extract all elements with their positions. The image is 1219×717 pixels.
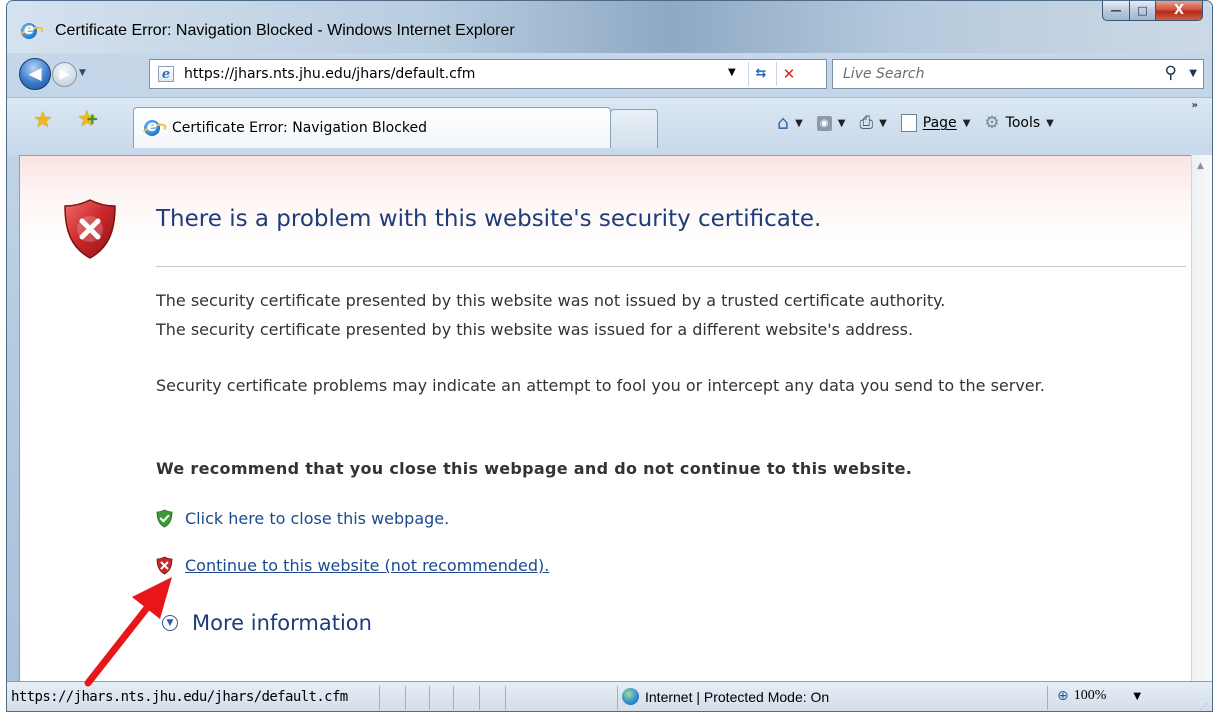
warning-shield-icon (156, 556, 173, 575)
safe-shield-icon (156, 509, 173, 528)
home-icon: ⌂ (777, 112, 790, 134)
page-content: There is a problem with this website's s… (19, 155, 1192, 682)
search-input[interactable]: Live Search (843, 66, 924, 82)
zoom-icon: ⊕ (1057, 688, 1069, 704)
search-box[interactable]: Live Search ⚲ ▼ (832, 59, 1204, 89)
security-warning-text: Security certificate problems may indica… (156, 376, 1045, 395)
red-annotation-arrow-icon (84, 577, 172, 687)
internet-globe-icon (622, 688, 639, 705)
favorites-center-icon[interactable]: ★ (33, 108, 53, 133)
forward-arrow-icon: ▶ (59, 67, 70, 82)
search-options-dropdown-icon[interactable]: ▼ (1189, 68, 1197, 79)
page-menu-button[interactable]: Page ▼ (900, 114, 971, 132)
zoom-level: 100% (1073, 688, 1107, 703)
security-zone-label: Internet | Protected Mode: On (645, 688, 830, 705)
recommendation-text: We recommend that you close this webpage… (156, 459, 913, 478)
back-arrow-icon: ◀ (28, 64, 42, 84)
page-dropdown-icon: ▼ (962, 117, 971, 129)
more-information-toggle[interactable]: ▼ More information (162, 611, 372, 635)
status-bar: https://jhars.nts.jhu.edu/jhars/default.… (7, 681, 1212, 711)
history-dropdown-icon[interactable]: ▼ (79, 68, 86, 78)
maximize-icon: □ (1137, 4, 1148, 17)
navigation-bar: ◀ ▶ ▼ e https://jhars.nts.jhu.edu/jhars/… (7, 58, 1212, 92)
close-icon: X (1173, 3, 1185, 18)
certificate-issues-text: The security certificate presented by th… (156, 286, 1176, 344)
title-bar[interactable]: Certificate Error: Navigation Blocked - … (7, 1, 1212, 53)
error-shield-icon (64, 199, 116, 259)
address-bar[interactable]: e https://jhars.nts.jhu.edu/jhars/defaul… (149, 59, 827, 89)
close-webpage-link[interactable]: Click here to close this webpage. (156, 509, 449, 528)
rss-feed-icon: ◉ (816, 115, 832, 131)
home-button[interactable]: ⌂ ▼ (777, 112, 803, 134)
printer-icon: ⎙ (859, 113, 874, 133)
status-divider (1047, 686, 1048, 710)
status-divider (429, 686, 430, 710)
forward-button[interactable]: ▶ (52, 62, 77, 87)
heading-divider (156, 266, 1186, 267)
gear-icon: ⚙ (984, 113, 1000, 133)
tab-ie-icon (144, 117, 160, 136)
status-divider (379, 686, 380, 710)
maximize-button[interactable]: □ (1130, 1, 1156, 21)
vertical-scrollbar[interactable]: ▲ (1191, 155, 1212, 681)
close-window-button[interactable]: X (1156, 1, 1203, 21)
address-url[interactable]: https://jhars.nts.jhu.edu/jhars/default.… (184, 66, 475, 82)
browser-window: Certificate Error: Navigation Blocked - … (6, 0, 1213, 712)
new-tab-button[interactable] (610, 109, 658, 148)
tools-menu-button[interactable]: ⚙ Tools ▼ (984, 113, 1053, 133)
tools-menu-label: Tools (1005, 115, 1041, 131)
status-url: https://jhars.nts.jhu.edu/jhars/default.… (11, 689, 348, 705)
zoom-dropdown-icon[interactable]: ▼ (1133, 691, 1141, 702)
status-divider (479, 686, 480, 710)
refresh-icon[interactable]: ⇆ (748, 62, 773, 86)
page-icon: e (158, 66, 174, 82)
minimize-icon: — (1110, 4, 1122, 17)
issue-untrusted-authority: The security certificate presented by th… (156, 291, 946, 310)
status-divider (505, 686, 506, 710)
search-icon[interactable]: ⚲ (1165, 63, 1177, 83)
scroll-up-arrow-icon[interactable]: ▲ (1197, 161, 1204, 171)
command-bar: ⌂ ▼ ◉ ▼ ⎙ ▼ Page ▼ ⚙ Tools ▼ (777, 112, 1054, 134)
close-webpage-link-text[interactable]: Click here to close this webpage. (185, 509, 449, 528)
feeds-dropdown-icon[interactable]: ▼ (838, 118, 846, 129)
stop-icon[interactable]: ✕ (776, 62, 801, 86)
more-information-label[interactable]: More information (192, 611, 372, 635)
page-menu-label: Page (922, 115, 957, 131)
tab-certificate-error[interactable]: Certificate Error: Navigation Blocked (133, 107, 611, 148)
resize-grip-icon[interactable]: ⋰ (1200, 702, 1208, 711)
status-divider (405, 686, 406, 710)
status-divider (453, 686, 454, 710)
add-to-favorites-icon[interactable]: ★ (77, 107, 98, 132)
continue-link-text[interactable]: Continue to this website (not recommende… (185, 556, 549, 575)
security-zone[interactable]: Internet | Protected Mode: On (622, 688, 829, 705)
status-divider (617, 686, 618, 710)
tab-label: Certificate Error: Navigation Blocked (172, 120, 428, 136)
address-dropdown-icon[interactable]: ▼ (728, 67, 736, 78)
page-menu-icon (900, 114, 917, 132)
toolbar-overflow-chevron-icon[interactable]: » (1192, 100, 1198, 111)
minimize-button[interactable]: — (1102, 1, 1130, 21)
error-heading: There is a problem with this website's s… (156, 206, 822, 232)
tab-bar: ★ ★ Certificate Error: Navigation Blocke… (7, 97, 1212, 156)
ie-logo-icon (21, 20, 37, 39)
issue-address-mismatch: The security certificate presented by th… (156, 320, 914, 339)
back-button[interactable]: ◀ (19, 58, 51, 90)
zoom-control[interactable]: ⊕ 100% ▼ (1057, 688, 1141, 704)
continue-to-website-link[interactable]: Continue to this website (not recommende… (156, 556, 549, 575)
tools-dropdown-icon: ▼ (1046, 117, 1054, 129)
home-dropdown-icon[interactable]: ▼ (795, 118, 803, 129)
print-dropdown-icon[interactable]: ▼ (879, 118, 887, 129)
caption-buttons: — □ X (1102, 1, 1203, 22)
print-button[interactable]: ⎙ ▼ (859, 113, 886, 133)
window-title: Certificate Error: Navigation Blocked - … (55, 22, 515, 39)
feeds-button[interactable]: ◉ ▼ (816, 115, 846, 131)
